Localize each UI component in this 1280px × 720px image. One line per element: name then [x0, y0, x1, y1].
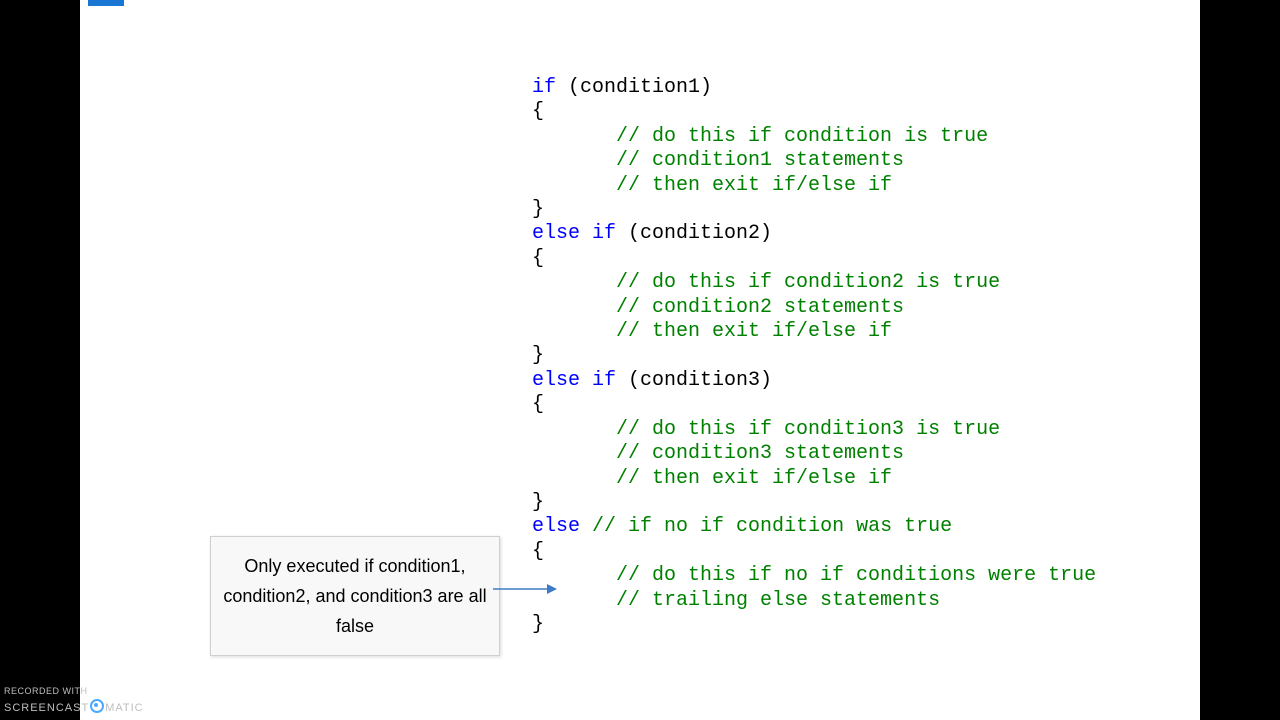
letterbox-left [0, 0, 80, 720]
callout-box: Only executed if condition1, condition2,… [210, 536, 500, 656]
watermark: RECORDED WITH SCREENCASTMATIC [4, 685, 144, 714]
code-block: if (condition1) { // do this if conditio… [532, 76, 1096, 637]
watermark-brand: SCREENCASTMATIC [4, 697, 144, 714]
callout-text: Only executed if condition1, condition2,… [223, 556, 486, 636]
letterbox-right [1200, 0, 1280, 720]
watermark-logo-icon [90, 699, 104, 713]
document-canvas: if (condition1) { // do this if conditio… [80, 0, 1200, 720]
watermark-line1: RECORDED WITH [4, 685, 144, 697]
toolbar-sliver [80, 0, 1200, 10]
toolbar-highlight [88, 0, 124, 6]
